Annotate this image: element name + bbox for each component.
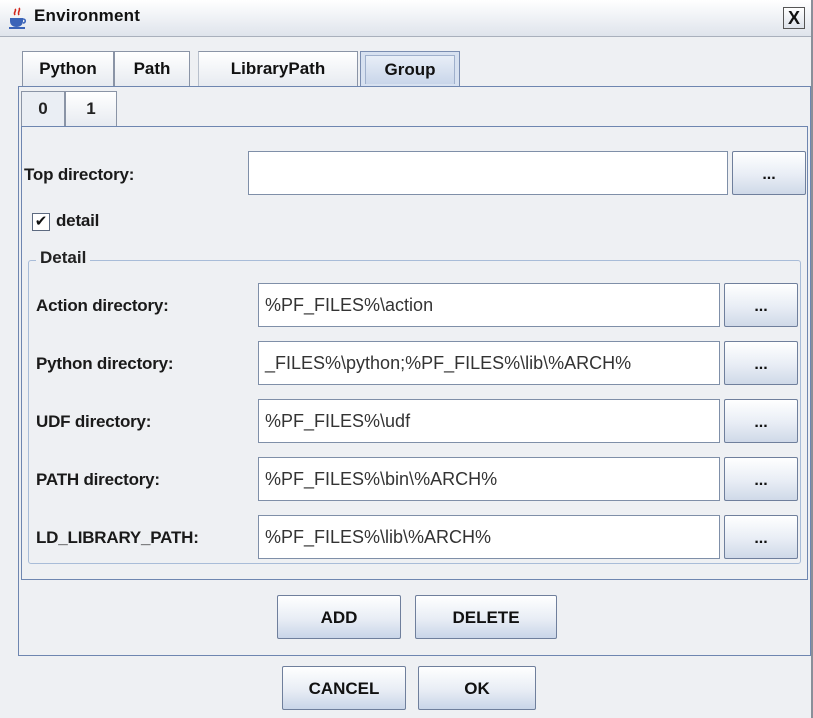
tab-python[interactable]: Python bbox=[22, 51, 114, 87]
detail-group-title: Detail bbox=[36, 248, 91, 268]
cancel-button[interactable]: CANCEL bbox=[282, 666, 406, 710]
tab-librarypath[interactable]: LibraryPath bbox=[198, 51, 358, 87]
path-directory-label: PATH directory: bbox=[36, 470, 160, 489]
tab-path[interactable]: Path bbox=[114, 51, 190, 87]
udf-directory-field[interactable]: %PF_FILES%\udf bbox=[258, 399, 720, 443]
python-directory-label: Python directory: bbox=[36, 354, 174, 373]
title-bar[interactable]: Environment X bbox=[0, 0, 811, 37]
tab-group-0[interactable]: 0 bbox=[21, 91, 65, 127]
python-directory-field[interactable]: _FILES%\python;%PF_FILES%\lib\%ARCH% bbox=[258, 341, 720, 385]
action-directory-browse-button[interactable]: ... bbox=[724, 283, 798, 327]
path-directory-field[interactable]: %PF_FILES%\bin\%ARCH% bbox=[258, 457, 720, 501]
window-title: Environment bbox=[34, 6, 141, 25]
group-detail-panel: Top directory: ... ✔ detail Detail Actio… bbox=[21, 126, 808, 580]
ok-button[interactable]: OK bbox=[418, 666, 536, 710]
delete-button[interactable]: DELETE bbox=[415, 595, 557, 639]
python-directory-browse-button[interactable]: ... bbox=[724, 341, 798, 385]
close-button[interactable]: X bbox=[783, 7, 805, 29]
udf-directory-label: UDF directory: bbox=[36, 412, 152, 431]
top-directory-label: Top directory: bbox=[24, 165, 135, 184]
environment-dialog: Environment X Python Path LibraryPath Gr… bbox=[0, 0, 813, 718]
top-directory-browse-button[interactable]: ... bbox=[732, 151, 806, 195]
path-directory-browse-button[interactable]: ... bbox=[724, 457, 798, 501]
ld-library-path-browse-button[interactable]: ... bbox=[724, 515, 798, 559]
add-button[interactable]: ADD bbox=[277, 595, 401, 639]
udf-directory-browse-button[interactable]: ... bbox=[724, 399, 798, 443]
tab-group-1[interactable]: 1 bbox=[65, 91, 117, 127]
tab-group[interactable]: Group bbox=[360, 51, 460, 87]
ld-library-path-label: LD_LIBRARY_PATH: bbox=[36, 528, 199, 547]
action-directory-label: Action directory: bbox=[36, 296, 169, 315]
detail-checkbox-label: detail bbox=[56, 211, 100, 230]
ld-library-path-field[interactable]: %PF_FILES%\lib\%ARCH% bbox=[258, 515, 720, 559]
group-tab-panel: 0 1 Top directory: ... ✔ detail Detail A… bbox=[18, 86, 811, 656]
action-directory-field[interactable]: %PF_FILES%\action bbox=[258, 283, 720, 327]
top-directory-field[interactable] bbox=[248, 151, 728, 195]
detail-checkbox[interactable]: ✔ bbox=[32, 213, 50, 231]
close-icon: X bbox=[787, 8, 800, 28]
java-cup-icon bbox=[9, 7, 27, 29]
